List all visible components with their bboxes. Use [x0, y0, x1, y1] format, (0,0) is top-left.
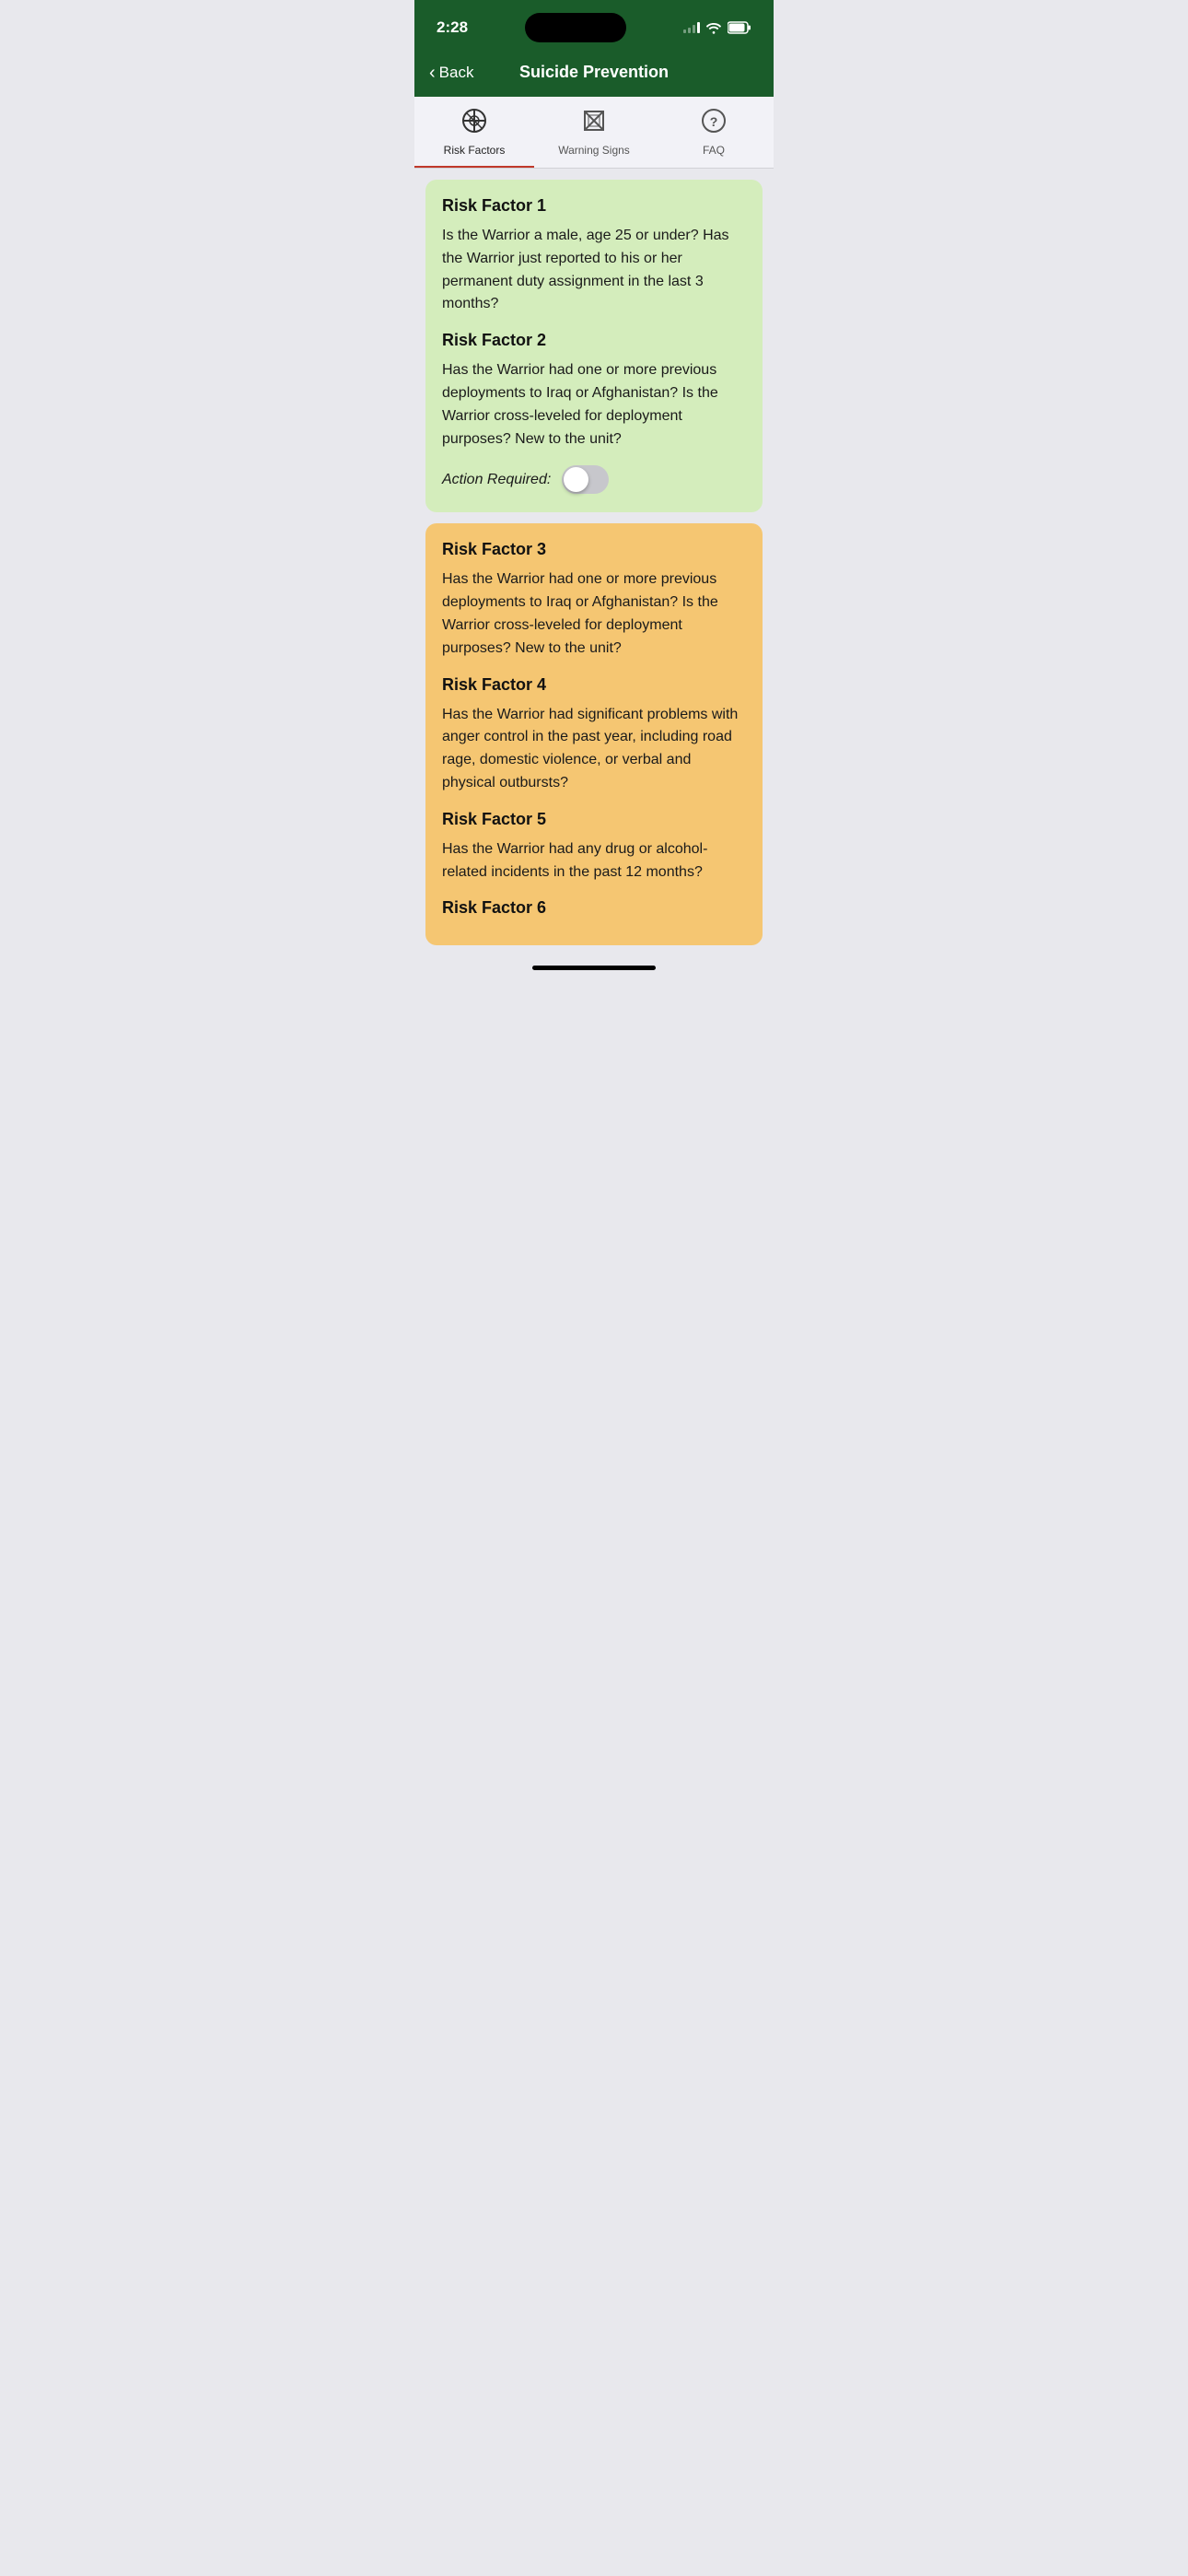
nav-bar: ‹ Back Suicide Prevention — [414, 52, 774, 97]
toggle-knob — [564, 467, 588, 492]
risk-factors-icon — [461, 108, 487, 140]
risk-factor-3-title: Risk Factor 3 — [442, 540, 746, 559]
back-label: Back — [439, 64, 474, 82]
home-indicator — [414, 956, 774, 976]
tab-faq-label: FAQ — [703, 144, 725, 157]
green-card: Risk Factor 1 Is the Warrior a male, age… — [425, 180, 763, 512]
risk-factor-3-section: Risk Factor 3 Has the Warrior had one or… — [442, 540, 746, 660]
status-icons — [683, 21, 751, 34]
risk-factor-1-section: Risk Factor 1 Is the Warrior a male, age… — [442, 196, 746, 316]
wifi-icon — [705, 21, 722, 34]
warning-signs-icon — [581, 108, 607, 140]
risk-factor-4-section: Risk Factor 4 Has the Warrior had signif… — [442, 675, 746, 795]
status-bar: 2:28 — [414, 0, 774, 52]
risk-factor-5-title: Risk Factor 5 — [442, 810, 746, 829]
risk-factor-2-section: Risk Factor 2 Has the Warrior had one or… — [442, 331, 746, 451]
action-required-row: Action Required: — [442, 465, 746, 494]
risk-factor-2-title: Risk Factor 2 — [442, 331, 746, 350]
back-arrow-icon: ‹ — [429, 64, 436, 82]
svg-text:?: ? — [710, 114, 718, 129]
risk-factor-1-text: Is the Warrior a male, age 25 or under? … — [442, 225, 746, 316]
risk-factor-1-title: Risk Factor 1 — [442, 196, 746, 216]
risk-factor-6-title: Risk Factor 6 — [442, 898, 746, 918]
orange-card: Risk Factor 3 Has the Warrior had one or… — [425, 523, 763, 945]
risk-factor-3-text: Has the Warrior had one or more previous… — [442, 568, 746, 660]
nav-title: Suicide Prevention — [519, 63, 669, 82]
tab-faq[interactable]: ? FAQ — [654, 97, 774, 168]
back-button[interactable]: ‹ Back — [429, 64, 473, 82]
risk-factor-4-title: Risk Factor 4 — [442, 675, 746, 695]
tab-warning-signs[interactable]: Warning Signs — [534, 97, 654, 168]
content-area: Risk Factor 1 Is the Warrior a male, age… — [414, 169, 774, 956]
faq-icon: ? — [701, 108, 727, 140]
tab-bar: Risk Factors Warning Signs ? FAQ — [414, 97, 774, 169]
risk-factor-6-section: Risk Factor 6 — [442, 898, 746, 918]
signal-icon — [683, 22, 700, 33]
risk-factor-5-section: Risk Factor 5 Has the Warrior had any dr… — [442, 810, 746, 884]
action-required-toggle[interactable] — [562, 465, 609, 494]
risk-factor-5-text: Has the Warrior had any drug or alcohol-… — [442, 838, 746, 884]
battery-icon — [728, 21, 751, 34]
dynamic-island — [525, 13, 626, 42]
risk-factor-4-text: Has the Warrior had significant problems… — [442, 704, 746, 795]
tab-risk-factors[interactable]: Risk Factors — [414, 97, 534, 168]
home-bar — [532, 966, 656, 970]
tab-warning-signs-label: Warning Signs — [558, 144, 630, 157]
action-required-label: Action Required: — [442, 472, 551, 488]
status-time: 2:28 — [437, 18, 468, 37]
risk-factor-2-text: Has the Warrior had one or more previous… — [442, 359, 746, 451]
tab-risk-factors-label: Risk Factors — [444, 144, 506, 157]
